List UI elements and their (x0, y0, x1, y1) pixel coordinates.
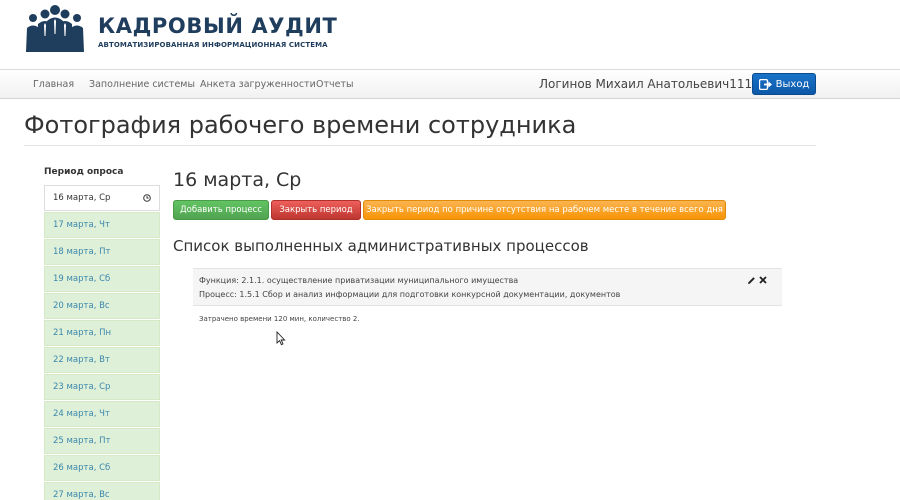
process-function: Функция: 2.1.1. осуществление приватизац… (199, 276, 519, 285)
close-period-absence-button[interactable]: Закрыть период по причине отсутствия на … (363, 200, 726, 220)
day-title: 16 марта, Ср (173, 169, 302, 191)
period-item-label: 27 марта, Вс (53, 490, 110, 500)
period-item-label: 24 марта, Чт (53, 409, 110, 419)
close-period-button[interactable]: Закрыть период (271, 200, 361, 220)
brand: КАДРОВЫЙ АУДИТ АВТОМАТИЗИРОВАННАЯ ИНФОРМ… (24, 4, 337, 52)
nav-item-fill-system[interactable]: Заполнение системы (89, 79, 195, 90)
logout-label: Выход (775, 78, 810, 90)
period-item-label: 18 марта, Пт (53, 247, 111, 257)
logout-button[interactable]: Выход (752, 73, 816, 95)
nav-item-home[interactable]: Главная (33, 79, 74, 90)
period-item-label: 25 марта, Пт (53, 436, 111, 446)
period-item-label: 19 марта, Сб (53, 274, 111, 284)
period-item-active[interactable]: 16 марта, Ср (44, 185, 160, 211)
logout-icon (758, 78, 772, 90)
period-item[interactable]: 18 марта, Пт (44, 239, 160, 265)
nav-item-reports[interactable]: Отчеты (316, 79, 354, 90)
title-divider (24, 145, 816, 146)
period-item[interactable]: 25 марта, Пт (44, 428, 160, 454)
navbar: Главная Заполнение системы Анкета загруж… (0, 69, 900, 99)
period-item-label: 20 марта, Вс (53, 301, 110, 311)
pencil-icon[interactable] (747, 276, 756, 285)
add-process-button[interactable]: Добавить процесс (173, 200, 269, 220)
page-title: Фотография рабочего времени сотрудника (24, 111, 577, 139)
period-item[interactable]: 27 марта, Вс (44, 482, 160, 500)
process-name: Процесс: 1.5.1 Сбор и анализ информации … (199, 290, 621, 299)
period-item-label: 23 марта, Ср (53, 382, 111, 392)
period-item[interactable]: 21 марта, Пн (44, 320, 160, 346)
period-item[interactable]: 17 марта, Чт (44, 212, 160, 238)
process-card: Функция: 2.1.1. осуществление приватизац… (193, 268, 782, 306)
period-item[interactable]: 20 марта, Вс (44, 293, 160, 319)
user-name: Логинов Михаил Анатольевич111 (539, 77, 753, 91)
period-item[interactable]: 23 марта, Ср (44, 374, 160, 400)
period-item[interactable]: 26 марта, Сб (44, 455, 160, 481)
sidebar-heading: Период опроса (44, 167, 124, 177)
section-title: Список выполненных административных проц… (173, 237, 589, 255)
period-item[interactable]: 22 марта, Вт (44, 347, 160, 373)
clock-icon (143, 194, 151, 202)
period-item-label: 17 марта, Чт (53, 220, 110, 230)
mouse-cursor-icon (276, 331, 286, 346)
period-item[interactable]: 24 марта, Чт (44, 401, 160, 427)
period-item-label: 21 марта, Пн (53, 328, 112, 338)
period-item-label: 22 марта, Вт (53, 355, 110, 365)
brand-title: КАДРОВЫЙ АУДИТ (98, 14, 338, 38)
people-logo-icon (26, 5, 84, 52)
period-item-label: 26 марта, Сб (53, 463, 111, 473)
period-item-label: 16 марта, Ср (53, 193, 111, 203)
period-item[interactable]: 19 марта, Сб (44, 266, 160, 292)
nav-item-workload-form[interactable]: Анкета загруженности (200, 79, 316, 90)
period-list: 16 марта, Ср 17 марта, Чт 18 марта, Пт 1… (44, 185, 160, 500)
time-summary: Затрачено времени 120 мин, количество 2. (199, 315, 360, 323)
close-icon[interactable] (759, 276, 767, 284)
brand-subtitle: АВТОМАТИЗИРОВАННАЯ ИНФОРМАЦИОННАЯ СИСТЕМ… (98, 41, 328, 49)
